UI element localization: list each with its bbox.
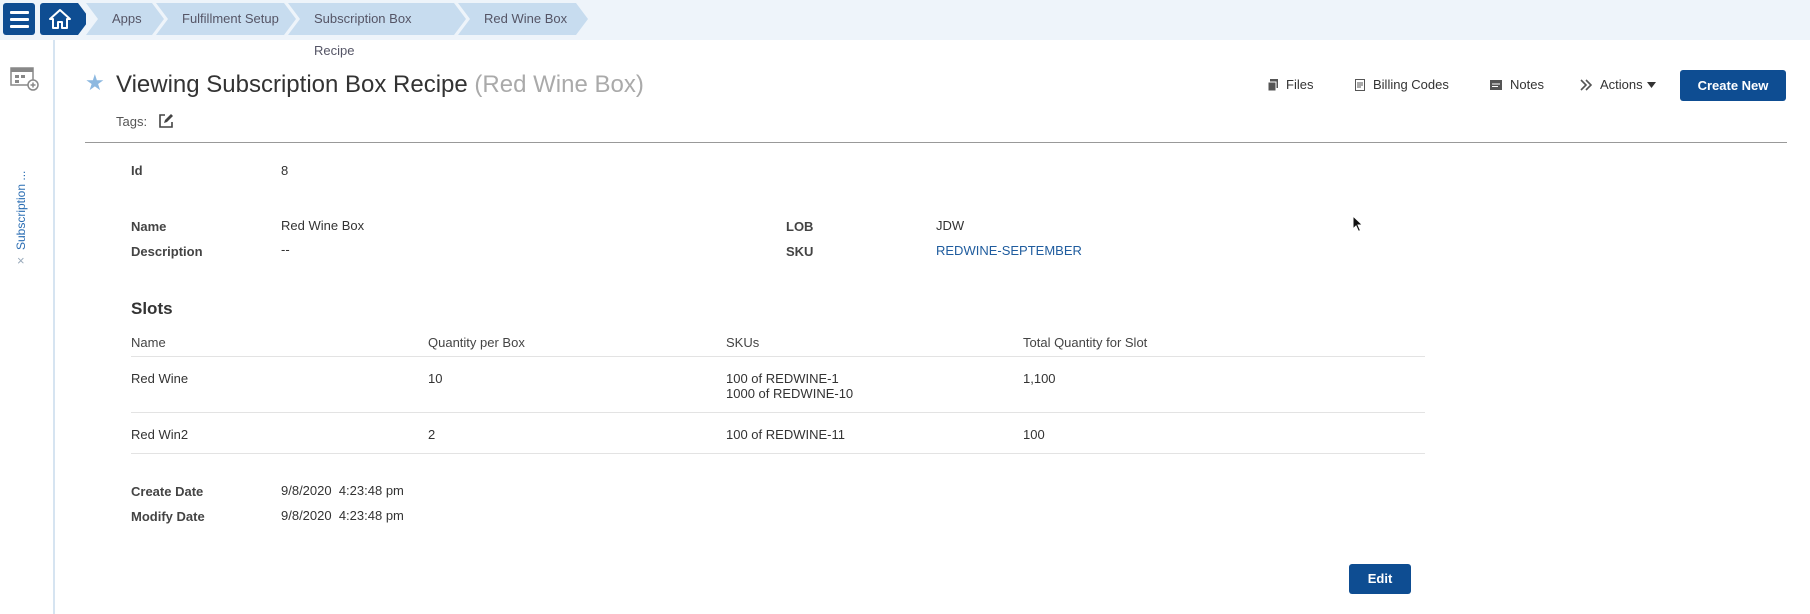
- slot-name: Red Win2: [131, 427, 189, 442]
- slot-total: 1,100: [1023, 371, 1056, 386]
- header-divider: [85, 142, 1787, 143]
- close-icon[interactable]: ×: [17, 253, 25, 268]
- files-label: Files: [1286, 77, 1314, 92]
- menu-icon-bar: [9, 10, 29, 14]
- hamburger-menu-button[interactable]: [3, 3, 35, 35]
- breadcrumb-label: Fulfillment Setup: [182, 11, 279, 26]
- column-header-total-quantity: Total Quantity for Slot: [1023, 335, 1148, 350]
- column-header-quantity-per-box: Quantity per Box: [428, 335, 525, 350]
- breadcrumb-fulfillment-setup[interactable]: Fulfillment Setup: [156, 3, 296, 35]
- create-new-button[interactable]: Create New: [1680, 70, 1786, 101]
- recent-tab-subscription[interactable]: Subscription ...: [14, 160, 34, 250]
- favorite-star-icon[interactable]: ★: [85, 72, 105, 94]
- slots-section-title: Slots: [131, 299, 173, 318]
- home-icon: [49, 9, 71, 29]
- edit-button[interactable]: Edit: [1349, 564, 1411, 594]
- column-header-skus: SKUs: [726, 335, 760, 350]
- lob-label: LOB: [786, 219, 814, 234]
- tags-label: Tags:: [116, 114, 148, 129]
- slot-sku: 100 of REDWINE-11: [726, 427, 845, 442]
- description-label: Description: [131, 244, 203, 259]
- breadcrumb-subscription-box-recipe[interactable]: Subscription Box Recipe: [288, 3, 466, 58]
- top-bar: Apps Fulfillment Setup Subscription Box …: [0, 0, 1810, 58]
- column-header-name: Name: [131, 335, 166, 350]
- menu-icon-bar: [9, 24, 29, 28]
- notes-icon: [1490, 79, 1502, 90]
- lob-value: JDW: [936, 218, 965, 233]
- modify-date-value: 9/8/2020 4:23:48 pm: [281, 508, 404, 523]
- menu-icon-bar: [9, 17, 29, 21]
- page-subtitle: (Red Wine Box): [474, 71, 644, 98]
- sku-link[interactable]: REDWINE-SEPTEMBER: [936, 243, 1082, 258]
- edit-tags-icon[interactable]: [158, 113, 174, 129]
- caret-down-icon: [1646, 81, 1656, 88]
- files-icon: [1268, 78, 1278, 91]
- create-date-label: Create Date: [131, 484, 204, 499]
- left-rail: Subscription ... ×: [0, 40, 55, 614]
- breadcrumb-label: Subscription Box Recipe: [314, 11, 412, 58]
- dashboard-add-icon[interactable]: [10, 66, 40, 92]
- id-label: Id: [131, 163, 143, 178]
- slot-quantity: 10: [428, 371, 443, 386]
- billing-codes-label: Billing Codes: [1373, 77, 1449, 92]
- double-chevron-right-icon: [1580, 78, 1592, 91]
- slot-quantity: 2: [428, 427, 436, 442]
- notes-label: Notes: [1510, 77, 1544, 92]
- billing-codes-icon: [1355, 78, 1365, 91]
- slot-sku: 1000 of REDWINE-10: [726, 386, 854, 401]
- description-value: --: [281, 242, 290, 257]
- slot-total: 100: [1023, 427, 1045, 442]
- modify-date-label: Modify Date: [131, 509, 205, 524]
- actions-dropdown[interactable]: Actions: [1580, 77, 1656, 92]
- name-value: Red Wine Box: [281, 218, 365, 233]
- id-value: 8: [281, 163, 289, 178]
- row-divider: [131, 412, 1425, 413]
- name-label: Name: [131, 219, 167, 234]
- slot-name: Red Wine: [131, 371, 189, 386]
- mouse-cursor-icon: [1352, 215, 1364, 233]
- row-divider: [131, 356, 1425, 357]
- notes-button[interactable]: Notes: [1490, 77, 1544, 92]
- files-button[interactable]: Files: [1268, 77, 1313, 92]
- breadcrumb-red-wine-box[interactable]: Red Wine Box: [458, 3, 588, 35]
- breadcrumb-apps[interactable]: Apps: [86, 3, 164, 35]
- page-title: Viewing Subscription Box Recipe (Red Win…: [116, 71, 644, 99]
- row-divider: [131, 453, 1425, 454]
- slot-sku: 100 of REDWINE-1: [726, 371, 839, 386]
- breadcrumb-label: Apps: [112, 11, 142, 26]
- create-date-value: 9/8/2020 4:23:48 pm: [281, 483, 404, 498]
- breadcrumb-label: Red Wine Box: [484, 11, 568, 26]
- sku-label: SKU: [786, 244, 814, 259]
- actions-label: Actions: [1600, 77, 1643, 92]
- billing-codes-button[interactable]: Billing Codes: [1355, 77, 1449, 92]
- home-button[interactable]: [40, 3, 90, 35]
- page-title-text: Viewing Subscription Box Recipe: [116, 71, 468, 98]
